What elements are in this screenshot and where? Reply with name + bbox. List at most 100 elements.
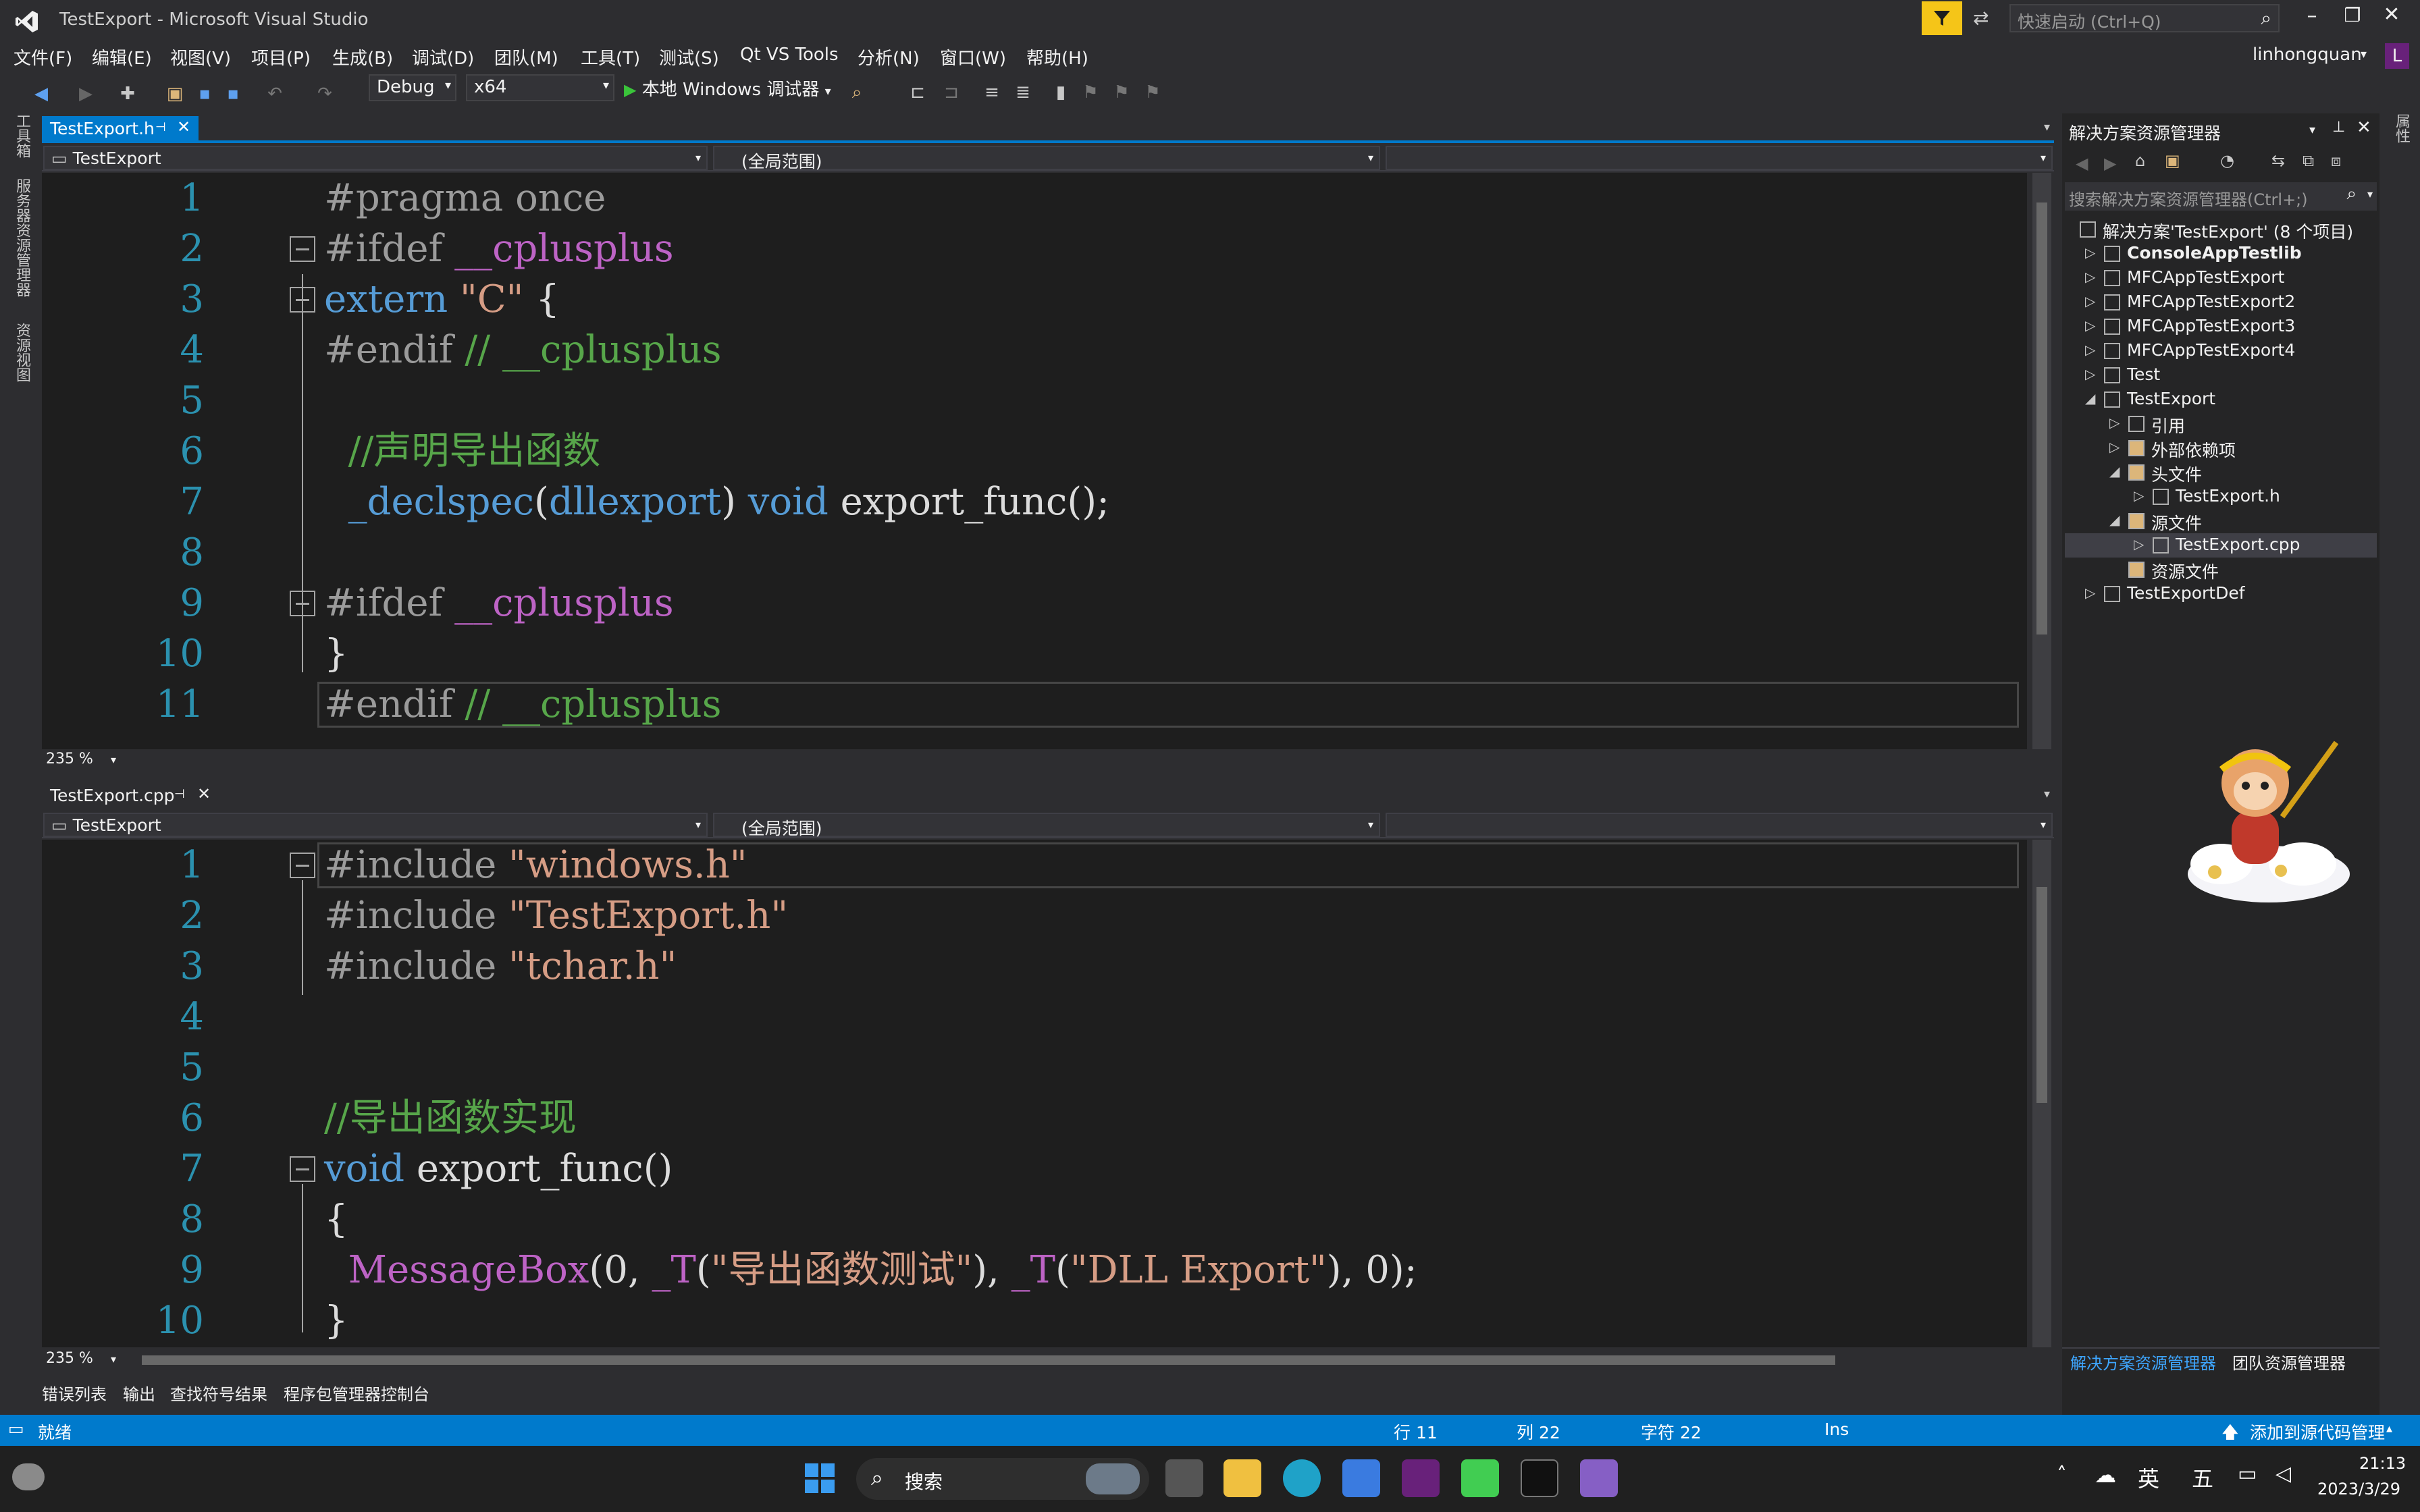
collapsed-arrow-icon[interactable]: ▷	[2134, 487, 2144, 504]
outdent-icon[interactable]: ≡	[982, 82, 1002, 103]
collapsed-arrow-icon[interactable]: ▷	[2109, 439, 2120, 455]
code-line[interactable]: 3 #include "tchar.h"	[42, 941, 2027, 992]
tab-solution-explorer[interactable]: 解决方案资源管理器	[2070, 1350, 2216, 1374]
ime-language[interactable]: 英	[2138, 1462, 2159, 1493]
collapsed-arrow-icon[interactable]: ▷	[2109, 414, 2120, 431]
solution-explorer-search[interactable]: 搜索解决方案资源管理器(Ctrl+;) ⌕ ▾	[2065, 182, 2377, 211]
show-all-files-icon[interactable]: ⧈	[2331, 151, 2341, 170]
collapse-all-icon[interactable]: ⧉	[2303, 151, 2314, 170]
menu-window[interactable]: 窗口(W)	[940, 45, 1006, 70]
code-line[interactable]: 9 #ifdef __cplusplus	[42, 578, 2027, 628]
code-line[interactable]: 3 extern "C" {	[42, 274, 2027, 325]
save-all-icon[interactable]: ▪	[223, 84, 243, 104]
top-code-editor[interactable]: 1 #pragma once 2 #ifdef __cplusplus 3 extern …	[42, 173, 2027, 749]
edge-icon[interactable]	[1283, 1459, 1321, 1497]
collapse-icon[interactable]	[290, 236, 315, 262]
collapsed-arrow-icon[interactable]: ▷	[2085, 269, 2095, 285]
store-icon[interactable]	[1342, 1459, 1380, 1497]
expanded-arrow-icon[interactable]: ◢	[2109, 463, 2120, 479]
tab-package-manager-console[interactable]: 程序包管理器控制台	[284, 1381, 429, 1405]
network-icon[interactable]: ▭	[2238, 1462, 2257, 1486]
scrollbar-thumb[interactable]	[2036, 202, 2047, 634]
quick-launch-input[interactable]: 快速启动 (Ctrl+Q)	[2018, 9, 2161, 33]
menu-file[interactable]: 文件(F)	[14, 45, 72, 70]
menu-help[interactable]: 帮助(H)	[1026, 45, 1088, 70]
menu-analyze[interactable]: 分析(N)	[858, 45, 920, 70]
code-line[interactable]: 9 MessageBox(0, _T("导出函数测试"), _T("DLL Ex…	[42, 1245, 2027, 1295]
clock-time[interactable]: 21:13	[2359, 1454, 2406, 1473]
collapsed-arrow-icon[interactable]: ▷	[2134, 536, 2144, 552]
tree-item[interactable]: ◢ 头文件	[2065, 460, 2377, 485]
pin-icon[interactable]: ⊣	[155, 120, 166, 134]
collapse-icon[interactable]	[290, 1156, 315, 1182]
user-name[interactable]: linhongquan	[2253, 45, 2362, 65]
qt-creator-icon[interactable]	[1461, 1459, 1499, 1497]
code-line[interactable]: 10}	[42, 628, 2027, 679]
bookmark-icon[interactable]: ▮	[1051, 82, 1071, 103]
zoom-level[interactable]: 235 %	[46, 1350, 93, 1367]
terminal-icon[interactable]	[1521, 1459, 1558, 1497]
tab-error-list[interactable]: 错误列表	[42, 1381, 107, 1405]
back-icon[interactable]: ◀	[2076, 154, 2088, 173]
close-icon[interactable]: ✕	[197, 784, 211, 803]
onedrive-icon[interactable]: ☁	[2095, 1462, 2116, 1488]
feedback-filter-icon[interactable]	[1922, 1, 1962, 35]
collapse-icon[interactable]	[290, 591, 315, 616]
tree-item[interactable]: ▷ TestExportDef	[2065, 582, 2377, 606]
tree-item[interactable]: ▷ TestExport.cpp	[2065, 533, 2377, 558]
bottom-code-editor[interactable]: 1 #include "windows.h" 2 #include "TestExpo…	[42, 840, 2027, 1347]
code-line[interactable]: 6 //声明导出函数	[42, 426, 2027, 477]
ime-mode[interactable]: 五	[2192, 1462, 2213, 1493]
chevron-down-icon[interactable]: ▾	[111, 1353, 116, 1366]
step-over-icon[interactable]: ⊐	[941, 82, 962, 103]
collapse-icon[interactable]	[290, 853, 315, 878]
menu-view[interactable]: 视图(V)	[170, 45, 231, 70]
volume-icon[interactable]: ◁	[2276, 1462, 2291, 1486]
tree-item[interactable]: ▷ MFCAppTestExport	[2065, 266, 2377, 290]
code-line[interactable]: 4	[42, 992, 2027, 1042]
switch-views-icon[interactable]: ▣	[2165, 151, 2180, 170]
collapsed-arrow-icon[interactable]: ▷	[2085, 585, 2095, 601]
home-icon[interactable]: ⌂	[2135, 151, 2145, 170]
collapsed-arrow-icon[interactable]: ▷	[2085, 317, 2095, 333]
horizontal-scrollbar-thumb[interactable]	[142, 1355, 1835, 1365]
code-line[interactable]: 2 #include "TestExport.h"	[42, 890, 2027, 941]
tree-item[interactable]: 解决方案'TestExport' (8 个项目)	[2065, 217, 2377, 242]
tree-item[interactable]: ▷ MFCAppTestExport2	[2065, 290, 2377, 315]
tree-item[interactable]: ▷ ConsoleAppTestlib	[2065, 242, 2377, 266]
step-into-icon[interactable]: ⊏	[908, 82, 928, 103]
code-line[interactable]: 10}	[42, 1295, 2027, 1346]
sync-icon[interactable]: ⇆	[2271, 151, 2285, 170]
chevron-down-icon[interactable]: ▾	[111, 753, 116, 766]
scrollbar-thumb[interactable]	[2036, 887, 2047, 1103]
collapsed-arrow-icon[interactable]: ▷	[2085, 342, 2095, 358]
forward-icon[interactable]: ▶	[2104, 154, 2116, 173]
code-line[interactable]: 7 _declspec(dllexport) void export_func(…	[42, 477, 2027, 527]
tab-overflow-icon[interactable]: ▾	[2044, 120, 2050, 134]
weather-icon[interactable]	[12, 1463, 45, 1490]
new-project-icon[interactable]: ✚	[117, 84, 138, 104]
tree-item[interactable]: ▷ TestExport.h	[2065, 485, 2377, 509]
chevron-down-icon[interactable]: ▾	[2367, 188, 2373, 200]
tree-item[interactable]: ▷ 外部依赖项	[2065, 436, 2377, 460]
tree-item[interactable]: 资源文件	[2065, 558, 2377, 582]
close-icon[interactable]: ✕	[2357, 117, 2371, 138]
next-bookmark-icon[interactable]: ⚑	[1111, 82, 1132, 103]
expanded-arrow-icon[interactable]: ◢	[2109, 512, 2120, 528]
menu-edit[interactable]: 编辑(E)	[92, 45, 152, 70]
task-view-icon[interactable]	[1165, 1459, 1203, 1497]
clock-date[interactable]: 2023/3/29	[2317, 1480, 2400, 1498]
start-debugging-button[interactable]: ▶ 本地 Windows 调试器 ▾	[624, 76, 831, 103]
find-in-files-icon[interactable]: ⌕	[847, 82, 867, 103]
code-line[interactable]: 8{	[42, 1194, 2027, 1245]
tab-overflow-icon[interactable]: ▾	[2044, 787, 2050, 801]
code-line[interactable]: 8	[42, 527, 2027, 578]
scope-dropdown[interactable]: (全局范围) ▾	[713, 813, 1380, 838]
pending-changes-icon[interactable]: ◔	[2220, 151, 2234, 170]
menu-qt-vs-tools[interactable]: Qt VS Tools	[740, 45, 839, 65]
tree-item[interactable]: ▷ 引用	[2065, 412, 2377, 436]
code-line[interactable]: 2 #ifdef __cplusplus	[42, 223, 2027, 274]
undo-icon[interactable]: ↶	[265, 84, 285, 104]
server-explorer-tab[interactable]: 服务器资源管理器	[11, 178, 32, 297]
scope-dropdown[interactable]: (全局范围) ▾	[713, 146, 1380, 171]
